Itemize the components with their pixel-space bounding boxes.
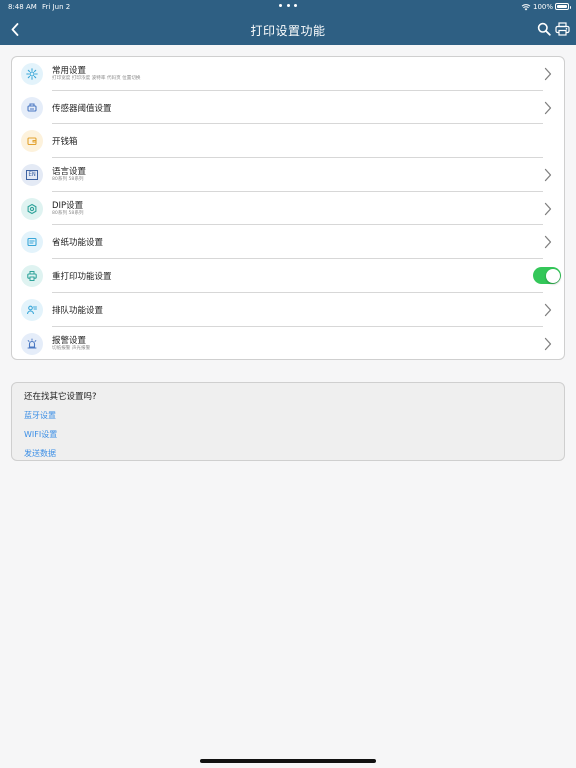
settings-item-open-cash-drawer[interactable]: 开钱箱 xyxy=(12,124,564,159)
page-title: 打印设置功能 xyxy=(250,24,326,38)
divider xyxy=(52,359,543,360)
chevron-right-icon xyxy=(544,168,552,182)
home-indicator[interactable] xyxy=(200,759,376,763)
paper-save-icon xyxy=(21,231,43,254)
chevron-right-icon xyxy=(544,236,552,249)
chevron-right-icon xyxy=(544,101,552,114)
settings-item-subtitle: 80系列 58系列 xyxy=(52,210,84,216)
more-settings-title: 还在找其它设置吗? xyxy=(24,392,97,402)
status-time: 8:48 AM xyxy=(8,3,37,11)
reprint-icon xyxy=(21,265,43,288)
status-date: Fri Jun 2 xyxy=(42,3,71,11)
sensor-icon xyxy=(21,96,43,119)
settings-item-title: 省纸功能设置 xyxy=(52,238,104,249)
toggle-knob xyxy=(545,268,560,283)
language-en-label: EN xyxy=(26,170,38,181)
language-en-icon: EN xyxy=(21,164,43,187)
wifi-settings-link[interactable]: WIFI设置 xyxy=(24,429,57,440)
wifi-icon xyxy=(521,4,531,11)
queue-icon xyxy=(21,298,43,321)
status-bar: 8:48 AM Fri Jun 2 100% xyxy=(0,0,576,14)
chevron-right-icon xyxy=(544,67,552,81)
settings-item-subtitle: 切纸报警 声光报警 xyxy=(52,345,91,351)
settings-item-alarm[interactable]: 报警设置 切纸报警 声光报警 xyxy=(12,327,564,360)
settings-item-title: 重打印功能设置 xyxy=(52,272,112,283)
settings-item-sensor-threshold[interactable]: 传感器阈值设置 xyxy=(12,91,564,125)
settings-item-subtitle: 打印宽度 打印浓度 波特率 代码页 位置切换 xyxy=(52,76,141,81)
settings-list: 常用设置 打印宽度 打印浓度 波特率 代码页 位置切换 传感器阈值设置 开钱箱 … xyxy=(11,56,565,360)
settings-item-title: 传感器阈值设置 xyxy=(52,103,112,114)
more-settings-panel: 还在找其它设置吗? 蓝牙设置 WIFI设置 发送数据 xyxy=(11,382,565,461)
gear-icon xyxy=(21,63,43,85)
multitasking-dots-icon[interactable] xyxy=(279,1,297,9)
chevron-right-icon xyxy=(544,337,552,350)
settings-item-dip[interactable]: DIP设置 80系列 58系列 xyxy=(12,192,564,226)
chevron-right-icon xyxy=(544,202,552,215)
dip-gear-icon xyxy=(21,197,43,220)
settings-item-title: 开钱箱 xyxy=(52,137,78,148)
alarm-icon xyxy=(21,332,43,355)
settings-item-title: 排队功能设置 xyxy=(52,305,104,316)
battery-icon xyxy=(555,3,571,10)
settings-item-paper-saving[interactable]: 省纸功能设置 xyxy=(12,225,564,260)
nav-bar: 打印设置功能 xyxy=(0,14,576,45)
search-icon[interactable] xyxy=(537,22,551,36)
settings-item-reprint: 重打印功能设置 xyxy=(12,259,564,293)
cash-drawer-icon xyxy=(21,130,43,153)
printer-icon[interactable] xyxy=(555,22,570,36)
battery-percent: 100% xyxy=(533,3,554,11)
settings-item-common[interactable]: 常用设置 打印宽度 打印浓度 波特率 代码页 位置切换 xyxy=(12,57,564,91)
chevron-right-icon xyxy=(544,303,552,316)
settings-item-subtitle: 80系列 58系列 xyxy=(52,177,84,183)
settings-item-queue[interactable]: 排队功能设置 xyxy=(12,293,564,327)
bluetooth-settings-link[interactable]: 蓝牙设置 xyxy=(24,410,56,421)
reprint-toggle[interactable] xyxy=(533,267,561,285)
send-data-link[interactable]: 发送数据 xyxy=(24,448,56,459)
settings-item-language[interactable]: EN 语言设置 80系列 58系列 xyxy=(12,158,564,192)
